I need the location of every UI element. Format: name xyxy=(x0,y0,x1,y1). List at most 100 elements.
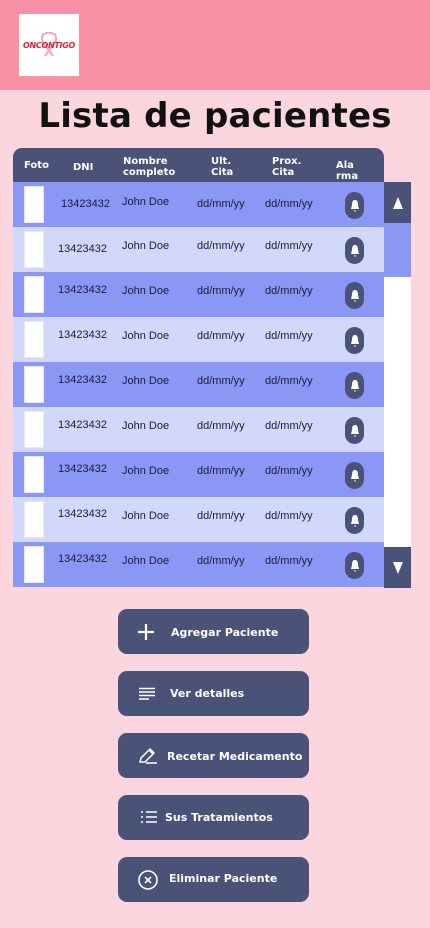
cell-dni: 13423432 xyxy=(58,329,107,341)
col-header-prox-line2: Cita xyxy=(272,167,295,178)
col-header-nombre: Nombre completo xyxy=(123,156,175,178)
view-details-button[interactable]: Ver detalles xyxy=(118,671,309,716)
alarm-button[interactable] xyxy=(345,462,364,489)
cell-ult-cita: dd/mm/yy xyxy=(197,510,245,522)
cell-nombre: John Doe xyxy=(122,420,170,432)
alarm-button[interactable] xyxy=(345,327,364,354)
cell-nombre: John Doe xyxy=(122,510,170,522)
alarm-button[interactable] xyxy=(345,552,364,579)
patient-photo xyxy=(24,501,44,538)
cell-nombre: John Doe xyxy=(122,555,170,567)
delete-patient-button[interactable]: Eliminar Paciente xyxy=(118,857,309,902)
bell-icon xyxy=(350,514,359,527)
cell-ult-cita: dd/mm/yy xyxy=(197,465,245,477)
bell-icon xyxy=(350,424,359,437)
cell-prox-cita: dd/mm/yy xyxy=(265,285,313,297)
bell-icon xyxy=(350,334,359,347)
cell-prox-cita: dd/mm/yy xyxy=(265,330,313,342)
table-row[interactable]: 13423432 John Doe dd/mm/yy dd/mm/yy xyxy=(13,407,384,452)
cell-ult-cita: dd/mm/yy xyxy=(197,420,245,432)
pencil-icon xyxy=(138,747,158,765)
cell-ult-cita: dd/mm/yy xyxy=(197,555,245,567)
cell-ult-cita: dd/mm/yy xyxy=(197,330,245,342)
app-logo[interactable]: ONCONTIGO xyxy=(19,14,79,76)
alarm-button[interactable] xyxy=(345,372,364,399)
bell-icon xyxy=(350,559,359,572)
cell-nombre: John Doe xyxy=(122,330,170,342)
prescribe-medication-label: Recetar Medicamento xyxy=(167,750,303,763)
cell-prox-cita: dd/mm/yy xyxy=(265,198,313,210)
col-header-foto: Foto xyxy=(24,160,49,171)
cell-nombre: John Doe xyxy=(122,240,170,252)
col-header-nombre-line2: completo xyxy=(123,167,176,178)
cell-prox-cita: dd/mm/yy xyxy=(265,555,313,567)
prescribe-medication-button[interactable]: Recetar Medicamento xyxy=(118,733,309,778)
patient-photo xyxy=(24,276,44,313)
table-row[interactable]: 13423432 John Doe dd/mm/yy dd/mm/yy xyxy=(13,182,384,227)
table-row[interactable]: 13423432 John Doe dd/mm/yy dd/mm/yy xyxy=(13,497,384,542)
cell-dni: 13423432 xyxy=(58,463,107,475)
cell-dni: 13423432 xyxy=(58,243,107,255)
col-header-ult-line2: Cita xyxy=(211,167,234,178)
cell-ult-cita: dd/mm/yy xyxy=(197,375,245,387)
cell-prox-cita: dd/mm/yy xyxy=(265,375,313,387)
cell-prox-cita: dd/mm/yy xyxy=(265,510,313,522)
lines-icon xyxy=(138,687,156,700)
bell-icon xyxy=(350,379,359,392)
top-bar: ONCONTIGO xyxy=(0,0,430,90)
page-title: Lista de pacientes xyxy=(38,96,392,136)
patient-photo xyxy=(24,546,44,583)
view-details-label: Ver detalles xyxy=(170,687,245,700)
cell-nombre: John Doe xyxy=(122,465,170,477)
col-header-alarma-line1: Ala xyxy=(336,160,354,171)
table-row[interactable]: 13423432 John Doe dd/mm/yy dd/mm/yy xyxy=(13,272,384,317)
col-header-alarma: Ala rma xyxy=(336,160,358,182)
cell-nombre: John Doe xyxy=(122,375,170,387)
scroll-down-button[interactable] xyxy=(384,547,411,588)
add-patient-button[interactable]: Agregar Paciente xyxy=(118,609,309,654)
cell-nombre: John Doe xyxy=(122,196,170,208)
col-header-ult-cita: Ult. Cita xyxy=(211,156,233,178)
triangle-up-icon xyxy=(392,196,403,209)
patient-photo xyxy=(24,231,44,268)
list-icon xyxy=(140,810,158,824)
col-header-alarma-line2: rma xyxy=(336,171,359,182)
cell-prox-cita: dd/mm/yy xyxy=(265,465,313,477)
scrollbar-thumb[interactable] xyxy=(384,223,411,277)
col-header-prox-cita: Prox. Cita xyxy=(272,156,301,178)
col-header-ult-line1: Ult. xyxy=(211,156,232,167)
cell-nombre: John Doe xyxy=(122,285,170,297)
alarm-button[interactable] xyxy=(345,417,364,444)
cell-prox-cita: dd/mm/yy xyxy=(265,240,313,252)
treatments-label: Sus Tratamientos xyxy=(165,811,273,824)
patient-photo xyxy=(24,411,44,448)
bell-icon xyxy=(350,199,359,212)
patient-photo xyxy=(24,456,44,493)
triangle-down-icon xyxy=(392,561,403,574)
cell-dni: 13423432 xyxy=(58,419,107,431)
alarm-button[interactable] xyxy=(345,237,364,264)
bell-icon xyxy=(350,289,359,302)
table-row[interactable]: 13423432 John Doe dd/mm/yy dd/mm/yy xyxy=(13,227,384,272)
bell-icon xyxy=(350,244,359,257)
cell-ult-cita: dd/mm/yy xyxy=(197,240,245,252)
table-row[interactable]: 13423432 John Doe dd/mm/yy dd/mm/yy xyxy=(13,542,384,587)
alarm-button[interactable] xyxy=(345,507,364,534)
treatments-button[interactable]: Sus Tratamientos xyxy=(118,795,309,840)
patients-table: Foto DNI Nombre completo Ult. Cita Prox.… xyxy=(13,148,384,589)
table-header: Foto DNI Nombre completo Ult. Cita Prox.… xyxy=(13,148,384,182)
cell-dni: 13423432 xyxy=(61,198,110,210)
alarm-button[interactable] xyxy=(345,282,364,309)
alarm-button[interactable] xyxy=(345,192,364,219)
table-row[interactable]: 13423432 John Doe dd/mm/yy dd/mm/yy xyxy=(13,317,384,362)
cell-ult-cita: dd/mm/yy xyxy=(197,285,245,297)
table-row[interactable]: 13423432 John Doe dd/mm/yy dd/mm/yy xyxy=(13,362,384,407)
col-header-nombre-line1: Nombre xyxy=(123,156,168,167)
add-patient-label: Agregar Paciente xyxy=(171,626,279,639)
col-header-dni: DNI xyxy=(73,162,94,173)
cell-dni: 13423432 xyxy=(58,508,107,520)
table-row[interactable]: 13423432 John Doe dd/mm/yy dd/mm/yy xyxy=(13,452,384,497)
delete-patient-label: Eliminar Paciente xyxy=(169,872,278,885)
col-header-prox-line1: Prox. xyxy=(272,156,302,167)
scroll-up-button[interactable] xyxy=(384,182,411,223)
